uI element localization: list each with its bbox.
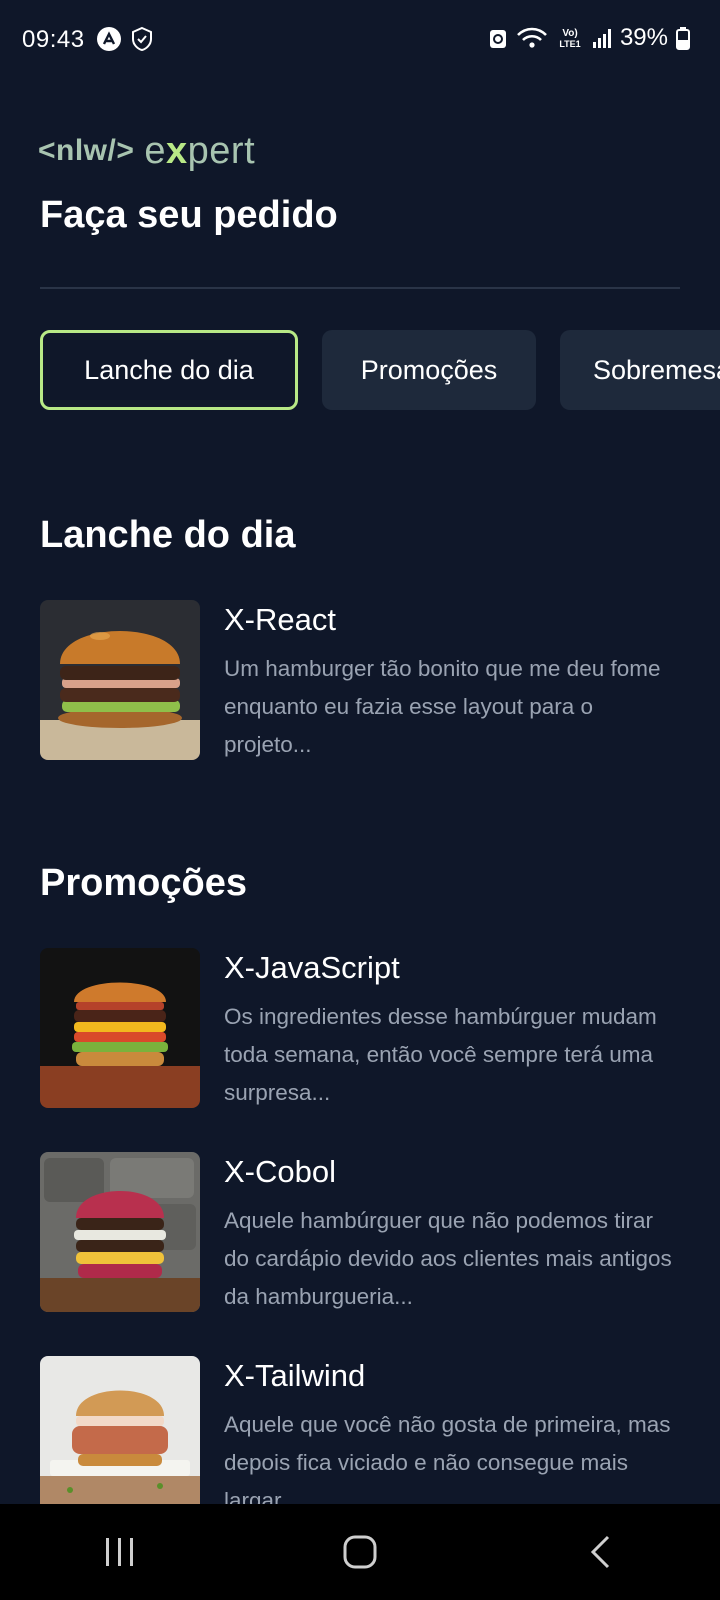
section-title-lanche-do-dia: Lanche do dia	[40, 514, 296, 556]
recent-apps-button[interactable]	[70, 1504, 170, 1600]
home-icon	[343, 1535, 377, 1569]
product-image	[40, 948, 200, 1108]
tab-sobremesas[interactable]: Sobremesas	[560, 330, 720, 410]
product-description: Aquele hambúrguer que não podemos tirar …	[224, 1208, 672, 1309]
status-bar: 09:43 Vo) LTE1 39%	[0, 0, 720, 84]
home-button[interactable]	[310, 1504, 410, 1600]
page-title: Faça seu pedido	[40, 194, 338, 236]
product-image	[40, 1356, 200, 1516]
recent-apps-icon	[106, 1538, 133, 1566]
signal-icon	[592, 26, 612, 50]
app-notification-icon	[96, 26, 122, 52]
product-name: X-JavaScript	[224, 950, 400, 985]
category-tabs: Lanche do dia Promoções Sobremesas	[40, 330, 720, 410]
product-item[interactable]: X-Tailwind Aquele que você não gosta de …	[40, 1356, 680, 1516]
header-divider	[40, 287, 680, 289]
section-title-promocoes: Promoções	[40, 862, 247, 904]
back-button[interactable]	[550, 1504, 650, 1600]
product-name: X-Tailwind	[224, 1358, 366, 1393]
svg-text:Vo): Vo)	[562, 28, 577, 39]
logo-text-expert: expert	[144, 129, 256, 172]
product-image	[40, 600, 200, 760]
status-time: 09:43	[22, 26, 85, 53]
system-nav-bar	[0, 1504, 720, 1600]
cast-icon	[488, 26, 508, 50]
back-icon	[590, 1535, 610, 1569]
product-item[interactable]: X-Cobol Aquele hambúrguer que não podemo…	[40, 1152, 680, 1312]
lte-icon: Vo) LTE1	[556, 26, 584, 50]
tab-lanche-do-dia[interactable]: Lanche do dia	[40, 330, 298, 410]
wifi-icon	[516, 26, 548, 50]
product-image	[40, 1152, 200, 1312]
category-tabs-scroll[interactable]: Lanche do dia Promoções Sobremesas	[0, 320, 720, 420]
battery-icon	[676, 26, 690, 50]
product-item[interactable]: X-JavaScript Os ingredientes desse hambú…	[40, 948, 680, 1108]
svg-text:LTE1: LTE1	[559, 39, 580, 49]
nlw-expert-logo: <nlw/> expert	[38, 126, 255, 176]
product-name: X-Cobol	[224, 1154, 336, 1189]
product-description: Um hamburger tão bonito que me deu fome …	[224, 656, 661, 757]
battery-percent: 39%	[619, 24, 668, 51]
product-name: X-React	[224, 602, 336, 637]
shield-icon	[130, 26, 154, 52]
tab-promocoes[interactable]: Promoções	[322, 330, 536, 410]
logo-text-nlw: <nlw/>	[38, 134, 135, 167]
product-description: Os ingredientes desse hambúrguer mudam t…	[224, 1004, 657, 1105]
product-item[interactable]: X-React Um hamburger tão bonito que me d…	[40, 600, 680, 760]
product-description: Aquele que você não gosta de primeira, m…	[224, 1412, 671, 1513]
